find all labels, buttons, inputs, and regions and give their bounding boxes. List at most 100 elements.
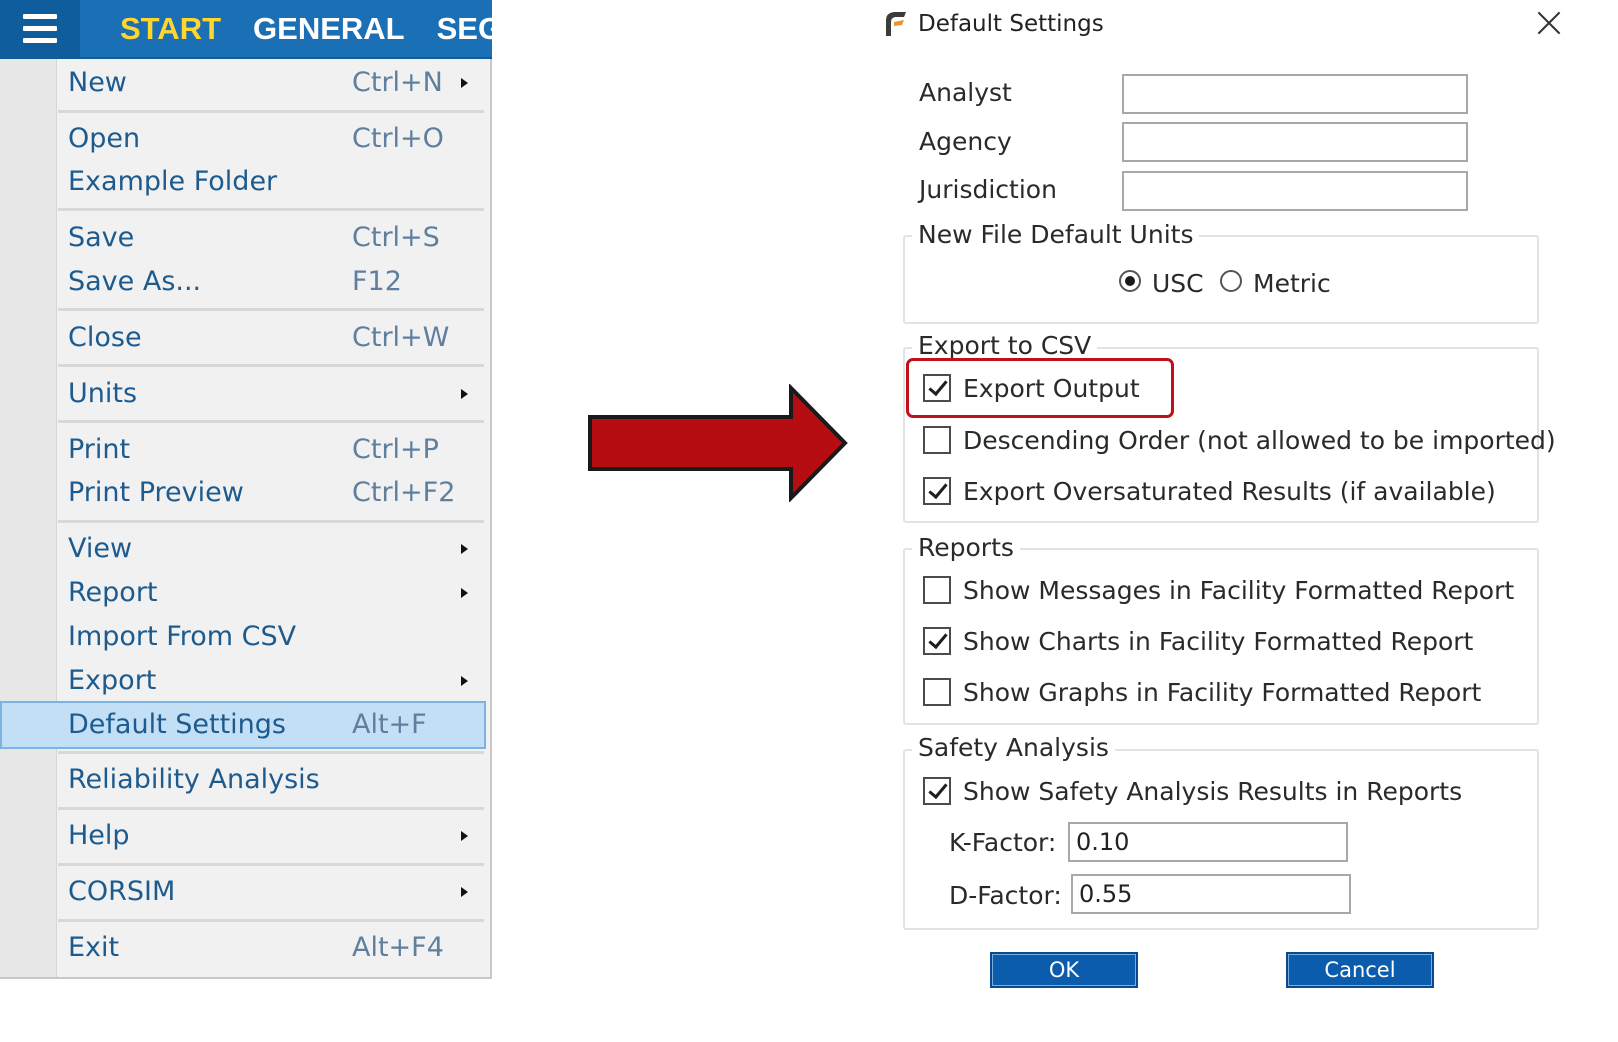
units-group-title: New File Default Units <box>912 219 1200 251</box>
close-icon[interactable] <box>1534 8 1564 38</box>
menu-item-export[interactable]: Export <box>0 659 490 703</box>
dialog-titlebar: Default Settings <box>870 0 1618 50</box>
descending-order-checkbox-row[interactable]: Descending Order (not allowed to be impo… <box>923 424 1556 460</box>
menu-item-label: Print <box>68 434 131 465</box>
menu-separator <box>58 520 484 523</box>
menu-item-view[interactable]: View <box>0 527 490 571</box>
menu-item-label: Export <box>68 665 157 696</box>
menu-separator <box>58 863 484 866</box>
safety-group-title: Safety Analysis <box>912 732 1115 764</box>
menu-item-label: Print Preview <box>68 477 244 508</box>
menu-item-open[interactable]: Open Ctrl+O <box>0 117 490 161</box>
metric-radio[interactable] <box>1220 270 1242 292</box>
export-oversaturated-checkbox-row[interactable]: Export Oversaturated Results (if availab… <box>923 475 1523 511</box>
show-charts-checkbox[interactable] <box>923 627 951 655</box>
reports-group-title: Reports <box>912 532 1020 564</box>
menu-item-label: View <box>68 533 133 564</box>
show-safety-results-checkbox-row[interactable]: Show Safety Analysis Results in Reports <box>923 775 1523 811</box>
menu-item-shortcut: Ctrl+O <box>352 123 444 154</box>
agency-label: Agency <box>919 127 1012 156</box>
submenu-arrow-icon <box>461 78 468 88</box>
menu-item-exit[interactable]: Exit Alt+F4 <box>0 926 490 970</box>
show-graphs-checkbox-row[interactable]: Show Graphs in Facility Formatted Report <box>923 676 1523 712</box>
menu-item-label: Open <box>68 123 141 154</box>
menu-item-shortcut: Ctrl+F2 <box>352 477 456 508</box>
menu-item-label: Save <box>68 222 135 253</box>
show-graphs-label: Show Graphs in Facility Formatted Report <box>963 678 1482 707</box>
menu-separator <box>58 807 484 810</box>
export-oversaturated-checkbox[interactable] <box>923 477 951 505</box>
jurisdiction-label: Jurisdiction <box>919 175 1057 204</box>
analyst-input[interactable] <box>1122 74 1468 114</box>
ribbon-bar: START GENERAL SEG <box>0 0 492 59</box>
analyst-label: Analyst <box>919 78 1012 107</box>
menu-separator <box>58 364 484 367</box>
ok-button[interactable]: OK <box>990 952 1138 988</box>
menu-item-label: Report <box>68 577 158 608</box>
menu-item-shortcut: Ctrl+N <box>352 67 443 98</box>
menu-separator <box>58 919 484 922</box>
menu-item-save-as[interactable]: Save As... F12 <box>0 260 490 304</box>
menu-item-units[interactable]: Units <box>0 372 490 416</box>
show-messages-checkbox-row[interactable]: Show Messages in Facility Formatted Repo… <box>923 574 1523 610</box>
menu-item-default-settings[interactable]: Default Settings Alt+F <box>0 701 486 749</box>
menu-item-label: Save As... <box>68 266 202 297</box>
show-messages-label: Show Messages in Facility Formatted Repo… <box>963 576 1515 605</box>
menu-item-example-folder[interactable]: Example Folder <box>0 160 490 204</box>
menu-item-help[interactable]: Help <box>0 814 490 858</box>
submenu-arrow-icon <box>461 588 468 598</box>
submenu-arrow-icon <box>461 887 468 897</box>
jurisdiction-input[interactable] <box>1122 171 1468 211</box>
menu-separator <box>58 751 484 754</box>
menu-item-close[interactable]: Close Ctrl+W <box>0 316 490 360</box>
show-charts-label: Show Charts in Facility Formatted Report <box>963 627 1474 656</box>
submenu-arrow-icon <box>461 676 468 686</box>
descending-order-label: Descending Order (not allowed to be impo… <box>963 426 1556 455</box>
descending-order-checkbox[interactable] <box>923 426 951 454</box>
menu-item-shortcut: Ctrl+S <box>352 222 440 253</box>
show-safety-results-checkbox[interactable] <box>923 777 951 805</box>
k-factor-label: K-Factor: <box>949 828 1057 857</box>
k-factor-input[interactable] <box>1068 822 1348 862</box>
red-arrow-icon <box>588 384 848 502</box>
agency-input[interactable] <box>1122 122 1468 162</box>
cancel-button[interactable]: Cancel <box>1286 952 1434 988</box>
show-safety-results-label: Show Safety Analysis Results in Reports <box>963 777 1463 806</box>
usc-radio[interactable] <box>1119 270 1141 292</box>
menu-item-reliability-analysis[interactable]: Reliability Analysis <box>0 758 490 802</box>
d-factor-input[interactable] <box>1071 874 1351 914</box>
menu-item-label: Example Folder <box>68 166 278 197</box>
submenu-arrow-icon <box>461 389 468 399</box>
tab-start[interactable]: START <box>120 0 221 57</box>
d-factor-label: D-Factor: <box>949 881 1062 910</box>
menu-item-label: Close <box>68 322 142 353</box>
menu-item-new[interactable]: New Ctrl+N <box>0 61 490 105</box>
tab-seg[interactable]: SEG <box>437 0 492 57</box>
menu-item-report[interactable]: Report <box>0 571 490 615</box>
menu-item-corsim[interactable]: CORSIM <box>0 870 490 914</box>
menu-item-label: Exit <box>68 932 120 963</box>
menu-item-label: Reliability Analysis <box>68 764 320 795</box>
menu-item-print[interactable]: Print Ctrl+P <box>0 428 490 472</box>
menu-item-label: Import From CSV <box>68 621 297 652</box>
export-oversaturated-label: Export Oversaturated Results (if availab… <box>963 477 1496 506</box>
show-messages-checkbox[interactable] <box>923 576 951 604</box>
menu-item-shortcut: Alt+F4 <box>352 932 444 963</box>
menu-separator <box>58 420 484 423</box>
menu-item-label: Help <box>68 820 130 851</box>
file-menu-dropdown: New Ctrl+N Open Ctrl+O Example Folder Sa… <box>0 59 492 979</box>
show-graphs-checkbox[interactable] <box>923 678 951 706</box>
hamburger-menu-icon[interactable] <box>0 0 80 57</box>
menu-item-save[interactable]: Save Ctrl+S <box>0 216 490 260</box>
menu-item-shortcut: Alt+F <box>352 709 427 740</box>
tab-general[interactable]: GENERAL <box>253 0 405 57</box>
export-output-callout-box <box>906 358 1174 418</box>
dialog-title: Default Settings <box>918 11 1104 37</box>
menu-item-label: Default Settings <box>68 709 286 740</box>
menu-separator <box>58 110 484 113</box>
menu-item-label: New <box>68 67 127 98</box>
menu-item-import-from-csv[interactable]: Import From CSV <box>0 615 490 659</box>
show-charts-checkbox-row[interactable]: Show Charts in Facility Formatted Report <box>923 625 1523 661</box>
menu-separator <box>58 308 484 311</box>
menu-item-print-preview[interactable]: Print Preview Ctrl+F2 <box>0 471 490 515</box>
